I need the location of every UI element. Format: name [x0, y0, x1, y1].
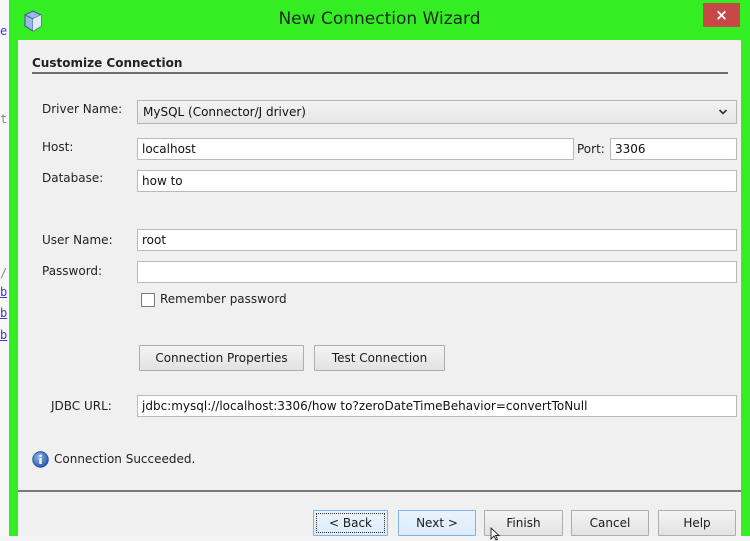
username-label: User Name: — [42, 233, 113, 247]
info-icon — [32, 451, 49, 468]
section-divider — [32, 72, 728, 74]
back-button[interactable]: < Back — [313, 510, 388, 536]
username-input[interactable]: root — [137, 229, 737, 251]
database-input[interactable]: how to — [137, 170, 737, 192]
connection-properties-button[interactable]: Connection Properties — [139, 345, 304, 371]
password-input[interactable] — [137, 261, 737, 283]
focus-ring — [316, 513, 385, 533]
jdbc-url-label: JDBC URL: — [51, 399, 112, 413]
remember-password-label[interactable]: Remember password — [160, 292, 287, 306]
test-connection-button[interactable]: Test Connection — [314, 345, 445, 371]
wizard-content: Customize Connection Driver Name: MySQL … — [18, 40, 741, 536]
port-input[interactable]: 3306 — [610, 138, 737, 160]
background-link[interactable]: b — [0, 306, 7, 320]
jdbc-url-input[interactable]: jdbc:mysql://localhost:3306/how to?zeroD… — [137, 395, 737, 417]
close-button[interactable]: × — [703, 3, 740, 27]
window-title: New Connection Wizard — [278, 9, 481, 29]
close-icon: × — [715, 6, 728, 24]
footer-divider — [18, 490, 741, 492]
background-text: t — [0, 112, 8, 126]
section-title: Customize Connection — [32, 56, 183, 70]
cancel-button[interactable]: Cancel — [571, 510, 649, 536]
driver-name-value: MySQL (Connector/J driver) — [143, 105, 306, 119]
host-input[interactable]: localhost — [137, 138, 574, 160]
port-label: Port: — [577, 142, 605, 156]
host-label: Host: — [42, 140, 74, 154]
background-text: / — [0, 266, 8, 280]
chevron-down-icon — [718, 109, 728, 115]
background-link[interactable]: b — [0, 285, 7, 299]
title-bar[interactable]: New Connection Wizard × — [9, 0, 750, 40]
help-button[interactable]: Help — [658, 510, 736, 536]
password-label: Password: — [42, 264, 103, 278]
background-text: e — [0, 24, 8, 38]
next-button[interactable]: Next > — [398, 510, 476, 536]
background-link[interactable]: b — [0, 328, 7, 342]
mouse-cursor-icon — [490, 527, 500, 541]
status-text: Connection Succeeded. — [54, 452, 196, 466]
wizard-dialog: New Connection Wizard × Customize Connec… — [9, 0, 750, 536]
remember-password-checkbox[interactable] — [141, 293, 155, 307]
database-label: Database: — [42, 171, 104, 185]
driver-name-label: Driver Name: — [42, 102, 123, 116]
driver-name-select[interactable]: MySQL (Connector/J driver) — [137, 100, 737, 124]
